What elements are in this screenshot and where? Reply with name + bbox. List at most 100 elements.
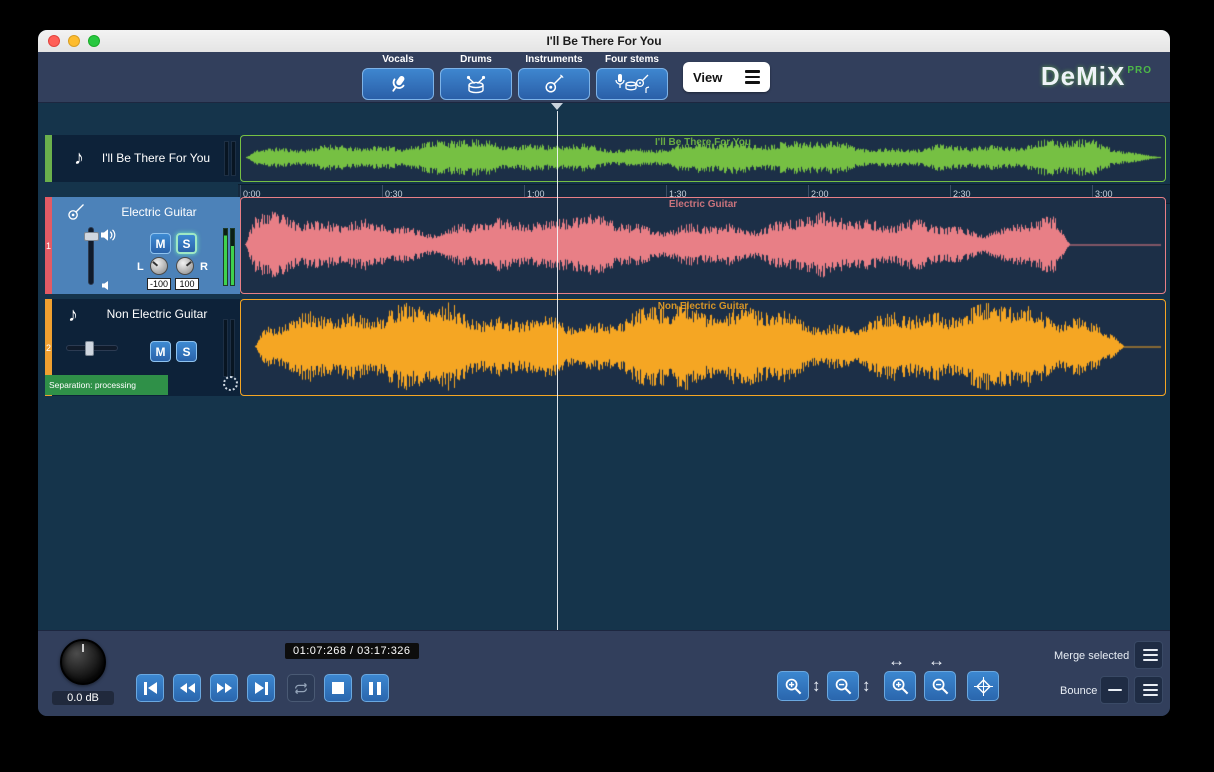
pause-button[interactable] xyxy=(361,674,389,702)
drum-kit-icon xyxy=(464,73,488,95)
volume-slider[interactable] xyxy=(66,345,118,351)
merge-selected-label: Merge selected xyxy=(1054,650,1129,662)
stem-drums: Drums xyxy=(440,54,512,100)
vertical-arrows-icon: ↕ xyxy=(862,676,871,696)
desktop-background: I'll Be There For You Vocals Drums xyxy=(0,0,1214,772)
stop-button[interactable] xyxy=(324,674,352,702)
window-controls xyxy=(48,35,100,47)
waveform-region-non-electric-guitar[interactable]: Non Electric Guitar xyxy=(240,299,1166,396)
playhead-marker[interactable] xyxy=(551,103,563,110)
drums-stem-button[interactable] xyxy=(440,68,512,100)
master-volume-knob[interactable] xyxy=(60,639,106,685)
level-meter xyxy=(223,228,235,286)
app-window: I'll Be There For You Vocals Drums xyxy=(38,30,1170,716)
stem-instruments-label: Instruments xyxy=(518,54,590,66)
view-button-label: View xyxy=(693,70,722,85)
transport-bar: 0.0 dB 01:07:268 / 03:17:326 ↕ xyxy=(38,630,1170,716)
pan-right-knob[interactable] xyxy=(176,257,194,275)
waveform-region-master[interactable]: I'll Be There For You xyxy=(240,135,1166,182)
zoom-in-icon xyxy=(891,677,910,696)
zoom-in-vertical-button[interactable] xyxy=(777,671,809,701)
zoom-in-icon xyxy=(784,677,803,696)
bounce-menu-icon xyxy=(1143,684,1155,696)
time-display: 01:07:268 / 03:17:326 xyxy=(285,643,419,659)
playhead[interactable] xyxy=(557,111,558,630)
four-stems-icon xyxy=(613,72,651,96)
pan-right-label: R xyxy=(200,261,208,273)
main-toolbar: Vocals Drums Instruments xyxy=(38,52,1170,103)
title-bar[interactable]: I'll Be There For You xyxy=(38,30,1170,52)
bounce-label: Bounce xyxy=(1060,685,1097,697)
horizontal-arrows-icon: ↔ xyxy=(928,651,945,671)
vertical-arrows-icon: ↕ xyxy=(812,676,821,696)
track-row-master: ♪ I'll Be There For You I'll Be There Fo… xyxy=(45,135,1166,182)
track-header-electric-guitar[interactable]: Electric Guitar M S L R xyxy=(52,197,240,294)
zoom-out-icon xyxy=(834,677,853,696)
stem-four-stems-label: Four stems xyxy=(596,54,668,66)
window-title: I'll Be There For You xyxy=(546,34,661,48)
track-header-master[interactable]: ♪ I'll Be There For You xyxy=(52,135,240,182)
pan-left-knob[interactable] xyxy=(150,257,168,275)
volume-slider[interactable] xyxy=(88,227,94,285)
waveform-region-electric-guitar[interactable]: Electric Guitar xyxy=(240,197,1166,294)
solo-button[interactable]: S xyxy=(176,341,197,362)
track-row-electric-guitar: 1 Electric Guitar M xyxy=(45,197,1166,294)
rewind-button[interactable] xyxy=(173,674,201,702)
view-button[interactable]: View xyxy=(683,62,770,92)
loop-button[interactable] xyxy=(287,674,315,702)
separation-status-text: Separation: processing xyxy=(45,380,136,390)
vocals-stem-button[interactable] xyxy=(362,68,434,100)
view-menu-icon xyxy=(745,70,760,84)
skip-to-end-button[interactable] xyxy=(247,674,275,702)
demix-pro-logo: DeMiX PRO xyxy=(1041,63,1152,89)
loop-icon xyxy=(292,682,310,695)
track-color-stripe: 1 xyxy=(45,197,52,294)
zoom-fit-button[interactable] xyxy=(967,671,999,701)
skip-to-start-button[interactable] xyxy=(136,674,164,702)
mute-button[interactable]: M xyxy=(150,341,171,362)
minus-icon xyxy=(1108,689,1122,692)
waveform-canvas xyxy=(241,198,1163,291)
stem-vocals: Vocals xyxy=(362,54,434,100)
zoom-out-icon xyxy=(931,677,950,696)
logo-pro-badge: PRO xyxy=(1127,65,1152,76)
speaker-loud-icon[interactable] xyxy=(100,228,117,242)
zoom-window-button[interactable] xyxy=(88,35,100,47)
stem-drums-label: Drums xyxy=(440,54,512,66)
track-name: Electric Guitar xyxy=(52,205,240,219)
zoom-out-horizontal-button[interactable] xyxy=(924,671,956,701)
master-volume-value: 0.0 dB xyxy=(52,691,114,705)
speaker-quiet-icon[interactable] xyxy=(101,280,113,291)
instruments-stem-button[interactable] xyxy=(518,68,590,100)
stem-four-stems: Four stems xyxy=(596,54,668,100)
solo-button[interactable]: S xyxy=(176,233,197,254)
microphone-icon xyxy=(387,73,409,95)
track-row-non-electric-guitar: 2 ♪ Non Electric Guitar M S Separation: … xyxy=(45,299,1166,396)
guitar-icon xyxy=(543,73,565,95)
zoom-out-vertical-button[interactable] xyxy=(827,671,859,701)
track-name: I'll Be There For You xyxy=(52,151,240,165)
separation-progress-bar: Separation: processing xyxy=(45,375,168,395)
close-window-button[interactable] xyxy=(48,35,60,47)
zoom-in-horizontal-button[interactable] xyxy=(884,671,916,701)
minimize-window-button[interactable] xyxy=(68,35,80,47)
four-stems-button[interactable] xyxy=(596,68,668,100)
pan-left-value[interactable]: -100 xyxy=(147,278,171,290)
fit-view-icon xyxy=(974,677,993,696)
merge-selected-button[interactable] xyxy=(1134,641,1163,669)
level-meter xyxy=(223,319,235,377)
logo-wordmark: DeMiX xyxy=(1041,63,1125,89)
bounce-remove-button[interactable] xyxy=(1100,676,1129,704)
stem-vocals-label: Vocals xyxy=(362,54,434,66)
waveform-clip-label: Electric Guitar xyxy=(241,199,1165,210)
level-meter xyxy=(224,141,236,176)
track-name: Non Electric Guitar xyxy=(52,307,240,321)
processing-spinner-icon xyxy=(223,376,238,391)
pan-right-value[interactable]: 100 xyxy=(175,278,199,290)
mute-button[interactable]: M xyxy=(150,233,171,254)
track-area: 0:00 0:30 1:00 1:30 2:00 2:30 3:00 ♪ I'l… xyxy=(38,103,1170,630)
track-number: 2 xyxy=(45,343,52,353)
fast-forward-button[interactable] xyxy=(210,674,238,702)
waveform-clip-label: I'll Be There For You xyxy=(241,137,1165,148)
bounce-menu-button[interactable] xyxy=(1134,676,1163,704)
